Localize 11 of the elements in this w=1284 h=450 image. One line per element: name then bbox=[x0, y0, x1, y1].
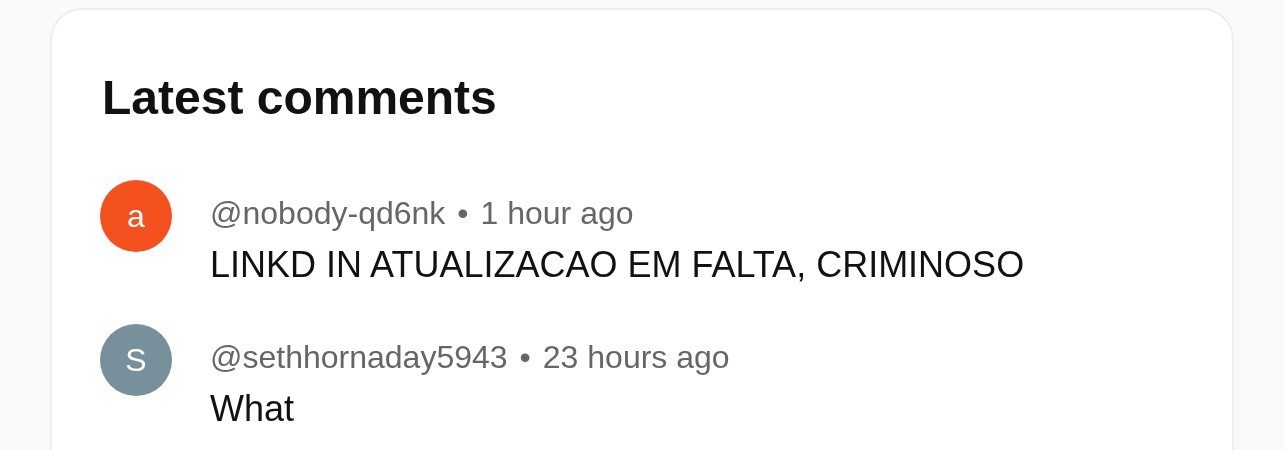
comment-time: 23 hours ago bbox=[542, 338, 730, 376]
comment-text: What bbox=[210, 387, 296, 431]
comment-author[interactable]: @nobody-qd6nk bbox=[210, 194, 446, 232]
comment-time: 1 hour ago bbox=[480, 194, 634, 232]
separator-dot: • bbox=[519, 338, 531, 376]
user-avatar[interactable]: S bbox=[100, 324, 172, 396]
comment-author[interactable]: @sethhornaday5943 bbox=[210, 338, 508, 376]
comment-text: LINKD IN ATUALIZACAO EM FALTA, CRIMINOSO bbox=[210, 243, 1025, 287]
user-avatar[interactable]: a bbox=[100, 180, 172, 252]
separator-dot: • bbox=[457, 194, 469, 232]
card-title: Latest comments bbox=[102, 70, 498, 126]
